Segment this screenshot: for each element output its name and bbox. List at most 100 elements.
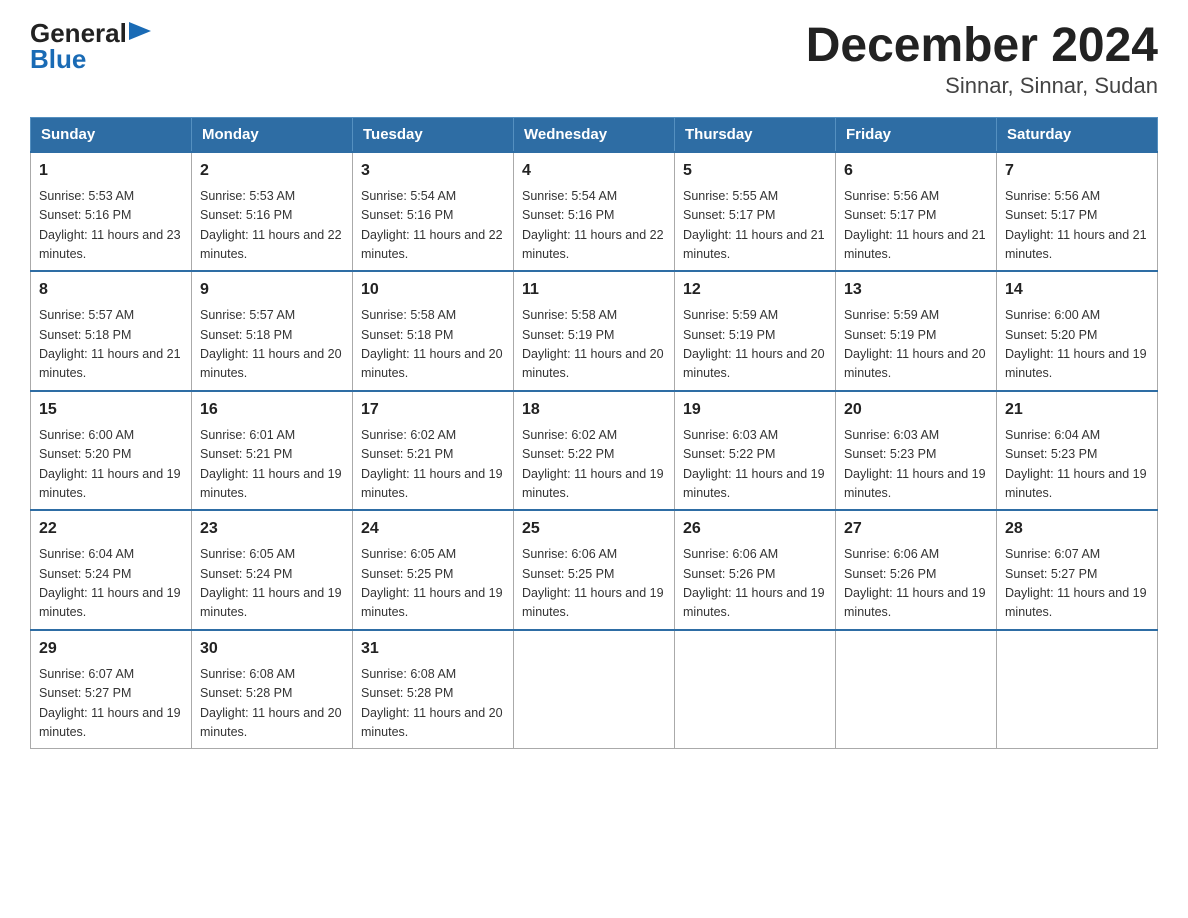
day-info: Sunrise: 6:01 AMSunset: 5:21 PMDaylight:… <box>200 426 344 504</box>
calendar-cell <box>836 630 997 749</box>
calendar-cell: 4 Sunrise: 5:54 AMSunset: 5:16 PMDaylight… <box>514 152 675 272</box>
day-info: Sunrise: 6:03 AMSunset: 5:22 PMDaylight:… <box>683 426 827 504</box>
calendar-row-week-3: 15 Sunrise: 6:00 AMSunset: 5:20 PMDayligh… <box>31 391 1158 511</box>
day-info: Sunrise: 6:04 AMSunset: 5:23 PMDaylight:… <box>1005 426 1149 504</box>
calendar-cell: 16 Sunrise: 6:01 AMSunset: 5:21 PMDayligh… <box>192 391 353 511</box>
day-info: Sunrise: 5:57 AMSunset: 5:18 PMDaylight:… <box>39 306 183 384</box>
calendar-cell: 26 Sunrise: 6:06 AMSunset: 5:26 PMDayligh… <box>675 510 836 630</box>
calendar-cell: 23Sunrise: 6:05 AMSunset: 5:24 PMDayligh… <box>192 510 353 630</box>
calendar-cell: 24 Sunrise: 6:05 AMSunset: 5:25 PMDayligh… <box>353 510 514 630</box>
page-header: General Blue December 2024 Sinnar, Sinna… <box>30 20 1158 99</box>
calendar-cell: 10 Sunrise: 5:58 AMSunset: 5:18 PMDayligh… <box>353 271 514 391</box>
day-number: 13 <box>844 278 988 302</box>
calendar-cell: 17 Sunrise: 6:02 AMSunset: 5:21 PMDayligh… <box>353 391 514 511</box>
day-number: 31 <box>361 637 505 661</box>
calendar-cell <box>514 630 675 749</box>
day-number: 19 <box>683 398 827 422</box>
day-info: Sunrise: 5:54 AMSunset: 5:16 PMDaylight:… <box>522 187 666 265</box>
day-info: Sunrise: 6:07 AMSunset: 5:27 PMDaylight:… <box>1005 545 1149 623</box>
day-info: Sunrise: 5:58 AMSunset: 5:18 PMDaylight:… <box>361 306 505 384</box>
day-info: Sunrise: 6:02 AMSunset: 5:21 PMDaylight:… <box>361 426 505 504</box>
day-header-thursday: Thursday <box>675 117 836 152</box>
calendar-row-week-4: 22Sunrise: 6:04 AMSunset: 5:24 PMDayligh… <box>31 510 1158 630</box>
logo-blue-text: Blue <box>30 46 86 72</box>
day-header-tuesday: Tuesday <box>353 117 514 152</box>
page-subtitle: Sinnar, Sinnar, Sudan <box>806 73 1158 99</box>
calendar-cell: 22Sunrise: 6:04 AMSunset: 5:24 PMDayligh… <box>31 510 192 630</box>
calendar-cell: 8Sunrise: 5:57 AMSunset: 5:18 PMDaylight… <box>31 271 192 391</box>
calendar-cell: 6Sunrise: 5:56 AMSunset: 5:17 PMDaylight… <box>836 152 997 272</box>
day-info: Sunrise: 6:07 AMSunset: 5:27 PMDaylight:… <box>39 665 183 743</box>
calendar-cell <box>997 630 1158 749</box>
day-info: Sunrise: 5:59 AMSunset: 5:19 PMDaylight:… <box>844 306 988 384</box>
day-headers-row: SundayMondayTuesdayWednesdayThursdayFrid… <box>31 117 1158 152</box>
day-info: Sunrise: 6:00 AMSunset: 5:20 PMDaylight:… <box>1005 306 1149 384</box>
day-info: Sunrise: 6:00 AMSunset: 5:20 PMDaylight:… <box>39 426 183 504</box>
logo-triangle-icon <box>129 22 151 40</box>
day-number: 5 <box>683 159 827 183</box>
day-info: Sunrise: 5:53 AMSunset: 5:16 PMDaylight:… <box>200 187 344 265</box>
calendar-cell: 9 Sunrise: 5:57 AMSunset: 5:18 PMDaylight… <box>192 271 353 391</box>
day-info: Sunrise: 6:06 AMSunset: 5:26 PMDaylight:… <box>844 545 988 623</box>
day-number: 20 <box>844 398 988 422</box>
day-info: Sunrise: 5:57 AMSunset: 5:18 PMDaylight:… <box>200 306 344 384</box>
day-number: 7 <box>1005 159 1149 183</box>
day-number: 4 <box>522 159 666 183</box>
day-number: 18 <box>522 398 666 422</box>
day-info: Sunrise: 5:55 AMSunset: 5:17 PMDaylight:… <box>683 187 827 265</box>
day-info: Sunrise: 6:08 AMSunset: 5:28 PMDaylight:… <box>200 665 344 743</box>
day-header-sunday: Sunday <box>31 117 192 152</box>
day-info: Sunrise: 6:05 AMSunset: 5:25 PMDaylight:… <box>361 545 505 623</box>
calendar-cell: 20 Sunrise: 6:03 AMSunset: 5:23 PMDayligh… <box>836 391 997 511</box>
calendar-cell: 12Sunrise: 5:59 AMSunset: 5:19 PMDayligh… <box>675 271 836 391</box>
calendar-cell: 13 Sunrise: 5:59 AMSunset: 5:19 PMDayligh… <box>836 271 997 391</box>
day-info: Sunrise: 5:53 AMSunset: 5:16 PMDaylight:… <box>39 187 183 265</box>
day-number: 15 <box>39 398 183 422</box>
day-number: 22 <box>39 517 183 541</box>
day-info: Sunrise: 6:06 AMSunset: 5:25 PMDaylight:… <box>522 545 666 623</box>
day-header-wednesday: Wednesday <box>514 117 675 152</box>
day-number: 24 <box>361 517 505 541</box>
day-number: 25 <box>522 517 666 541</box>
calendar-cell <box>675 630 836 749</box>
day-number: 17 <box>361 398 505 422</box>
day-number: 28 <box>1005 517 1149 541</box>
day-number: 29 <box>39 637 183 661</box>
calendar-cell: 14Sunrise: 6:00 AMSunset: 5:20 PMDayligh… <box>997 271 1158 391</box>
calendar-cell: 1Sunrise: 5:53 AMSunset: 5:16 PMDaylight… <box>31 152 192 272</box>
title-block: December 2024 Sinnar, Sinnar, Sudan <box>806 20 1158 99</box>
day-info: Sunrise: 6:05 AMSunset: 5:24 PMDaylight:… <box>200 545 344 623</box>
calendar-cell: 18Sunrise: 6:02 AMSunset: 5:22 PMDayligh… <box>514 391 675 511</box>
calendar-header: SundayMondayTuesdayWednesdayThursdayFrid… <box>31 117 1158 152</box>
calendar-body: 1Sunrise: 5:53 AMSunset: 5:16 PMDaylight… <box>31 152 1158 749</box>
calendar-row-week-2: 8Sunrise: 5:57 AMSunset: 5:18 PMDaylight… <box>31 271 1158 391</box>
day-number: 11 <box>522 278 666 302</box>
calendar-cell: 28 Sunrise: 6:07 AMSunset: 5:27 PMDayligh… <box>997 510 1158 630</box>
calendar-cell: 2 Sunrise: 5:53 AMSunset: 5:16 PMDaylight… <box>192 152 353 272</box>
day-info: Sunrise: 6:03 AMSunset: 5:23 PMDaylight:… <box>844 426 988 504</box>
page-title: December 2024 <box>806 20 1158 73</box>
calendar-cell: 30Sunrise: 6:08 AMSunset: 5:28 PMDayligh… <box>192 630 353 749</box>
day-number: 2 <box>200 159 344 183</box>
logo-general-text: General <box>30 20 127 46</box>
day-number: 21 <box>1005 398 1149 422</box>
day-number: 27 <box>844 517 988 541</box>
day-info: Sunrise: 6:06 AMSunset: 5:26 PMDaylight:… <box>683 545 827 623</box>
day-header-monday: Monday <box>192 117 353 152</box>
logo: General Blue <box>30 20 151 72</box>
day-number: 16 <box>200 398 344 422</box>
calendar-cell: 19 Sunrise: 6:03 AMSunset: 5:22 PMDayligh… <box>675 391 836 511</box>
calendar-cell: 3Sunrise: 5:54 AMSunset: 5:16 PMDaylight… <box>353 152 514 272</box>
calendar-cell: 29 Sunrise: 6:07 AMSunset: 5:27 PMDayligh… <box>31 630 192 749</box>
day-info: Sunrise: 5:56 AMSunset: 5:17 PMDaylight:… <box>1005 187 1149 265</box>
calendar-row-week-5: 29 Sunrise: 6:07 AMSunset: 5:27 PMDayligh… <box>31 630 1158 749</box>
calendar-cell: 7 Sunrise: 5:56 AMSunset: 5:17 PMDaylight… <box>997 152 1158 272</box>
day-number: 9 <box>200 278 344 302</box>
day-number: 6 <box>844 159 988 183</box>
calendar-cell: 31Sunrise: 6:08 AMSunset: 5:28 PMDayligh… <box>353 630 514 749</box>
calendar-cell: 25 Sunrise: 6:06 AMSunset: 5:25 PMDayligh… <box>514 510 675 630</box>
calendar-cell: 27 Sunrise: 6:06 AMSunset: 5:26 PMDayligh… <box>836 510 997 630</box>
day-number: 26 <box>683 517 827 541</box>
day-number: 10 <box>361 278 505 302</box>
day-number: 12 <box>683 278 827 302</box>
